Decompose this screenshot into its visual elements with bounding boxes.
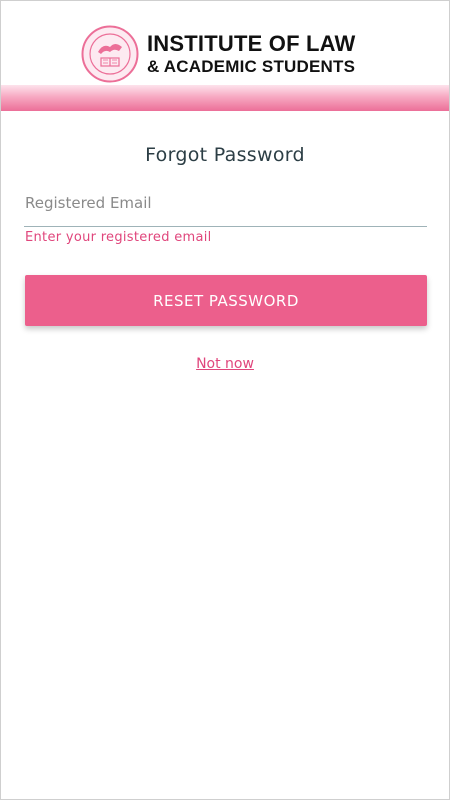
brand-line-2: & ACADEMIC STUDENTS	[147, 57, 356, 76]
not-now-container: Not now	[1, 356, 449, 372]
app-header: INSTITUTE OF LAW & ACADEMIC STUDENTS	[1, 1, 449, 111]
brand-logo: INSTITUTE OF LAW & ACADEMIC STUDENTS	[81, 25, 356, 83]
app-screen: INSTITUTE OF LAW & ACADEMIC STUDENTS For…	[0, 0, 450, 800]
header-gradient-bar	[1, 85, 449, 111]
reset-password-button[interactable]: RESET PASSWORD	[25, 275, 427, 326]
email-helper-text: Enter your registered email	[25, 230, 212, 245]
email-field[interactable]	[24, 185, 427, 227]
not-now-link[interactable]: Not now	[196, 356, 254, 372]
brand-name: INSTITUTE OF LAW & ACADEMIC STUDENTS	[147, 31, 356, 77]
brand-line-1: INSTITUTE OF LAW	[147, 31, 356, 56]
page-title: Forgot Password	[145, 144, 305, 166]
institute-seal-icon	[81, 25, 139, 83]
